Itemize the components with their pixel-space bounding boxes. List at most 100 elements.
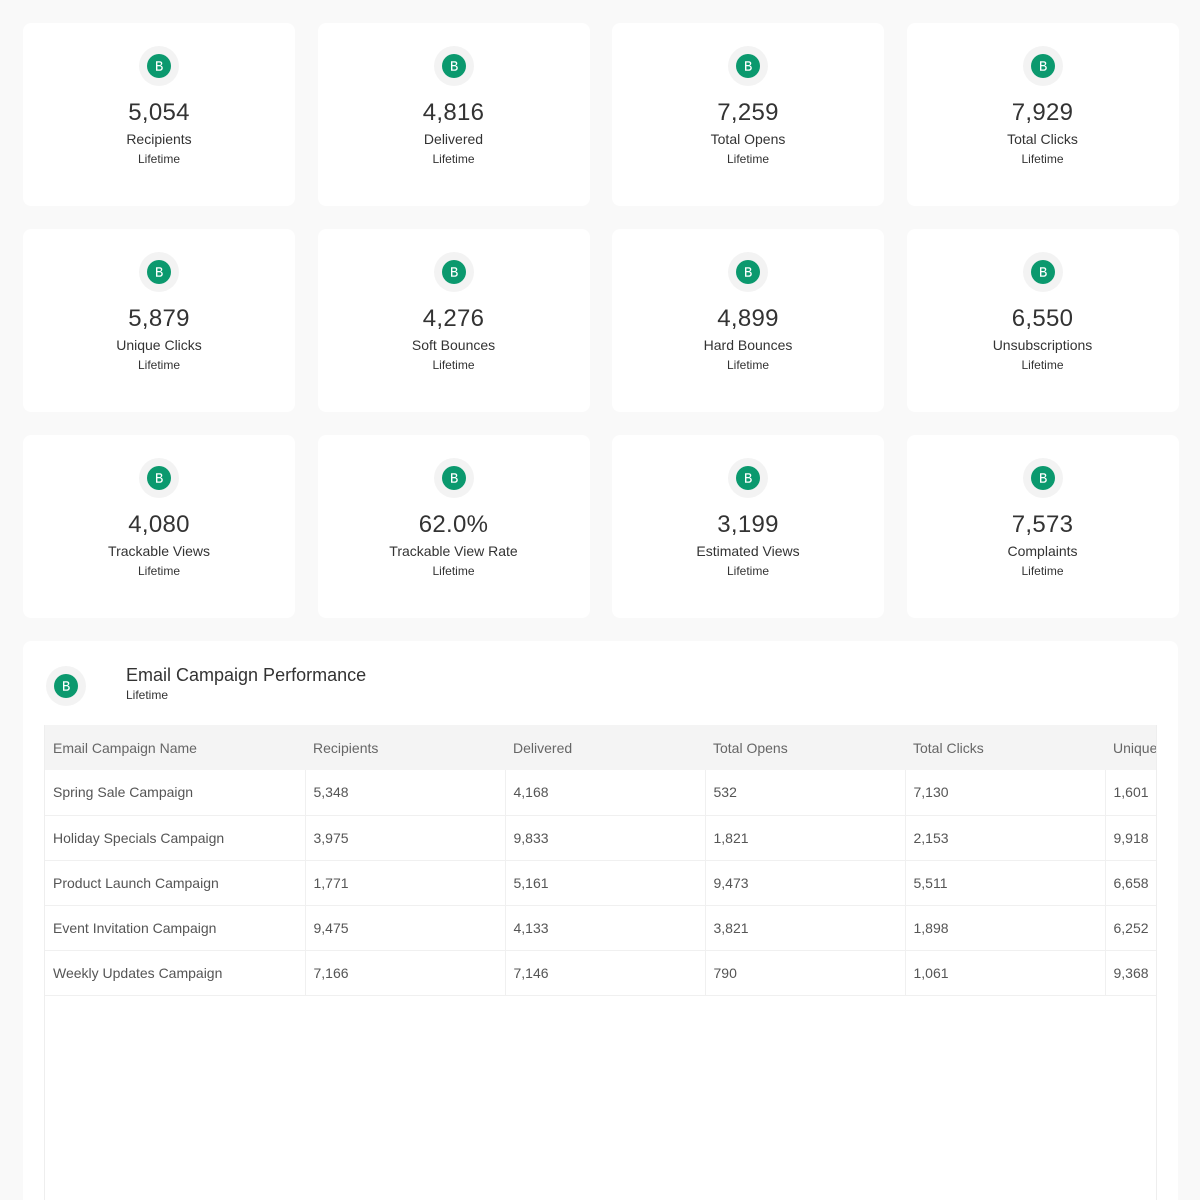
table-cell: 9,833 (505, 815, 706, 861)
table-header-row: Email Campaign Name Recipients Delivered To… (45, 725, 1156, 770)
stat-label: Hard Bounces (703, 337, 793, 353)
table-cell: 4,133 (505, 905, 706, 951)
campaign-name-cell: Product Launch Campaign (45, 860, 306, 906)
column-header[interactable]: Total Opens (705, 725, 905, 770)
b-logo-icon (1030, 466, 1055, 490)
brand-logo (728, 252, 768, 292)
dashboard: 5,054 Recipients Lifetime 4,816 Delivered Lif… (0, 0, 1200, 1200)
table-cell: 5,511 (905, 860, 1106, 906)
stat-label: Recipients (126, 131, 192, 147)
b-logo-icon (736, 466, 760, 490)
stat-period: Lifetime (137, 564, 181, 578)
table-cell: 1,601 (1105, 770, 1156, 816)
stat-period: Lifetime (432, 152, 475, 166)
b-logo-icon (736, 260, 760, 284)
b-logo-icon (441, 260, 466, 284)
b-logo-icon (1030, 260, 1055, 284)
table-cell: 790 (705, 950, 906, 996)
brand-logo (433, 46, 474, 86)
campaign-table-scroll[interactable]: Email Campaign Name Recipients Delivered To… (44, 725, 1157, 1200)
column-header[interactable]: Delivered (505, 725, 705, 770)
table-cell: 1,771 (305, 860, 506, 906)
column-header[interactable]: Unique Clicks (1105, 725, 1156, 770)
b-logo-icon (1030, 54, 1055, 78)
campaign-name-cell: Holiday Specials Campaign (45, 815, 306, 861)
table-cell: 2,153 (905, 815, 1106, 861)
b-logo-icon (147, 260, 171, 284)
table-cell: 3,975 (305, 815, 506, 861)
stat-label: Delivered (423, 131, 484, 147)
stat-label: Soft Bounces (411, 337, 496, 353)
stat-card: 7,259 Total Opens Lifetime (612, 23, 884, 206)
table-cell: 9,918 (1105, 815, 1156, 861)
stat-card: 4,276 Soft Bounces Lifetime (317, 229, 590, 412)
campaign-table: Email Campaign Name Recipients Delivered To… (45, 725, 1156, 996)
panel-period: Lifetime (126, 688, 169, 702)
table-cell: 5,348 (305, 770, 506, 816)
stat-value: 7,259 (717, 99, 779, 126)
stat-period: Lifetime (1021, 564, 1064, 578)
stat-card: 7,929 Total Clicks Lifetime (906, 23, 1179, 206)
stat-label: Total Opens (710, 131, 786, 147)
table-cell: 1,821 (705, 815, 906, 861)
stat-value: 4,816 (422, 99, 485, 126)
column-header[interactable]: Recipients (305, 725, 505, 770)
table-cell: 7,166 (305, 950, 506, 996)
column-header[interactable]: Email Campaign Name (45, 725, 305, 770)
table-row[interactable]: Weekly Updates Campaign 7,166 7,146 790 1,06… (45, 950, 1156, 996)
stat-card: 5,054 Recipients Lifetime (23, 23, 295, 206)
stat-card: 4,816 Delivered Lifetime (317, 23, 590, 206)
campaign-name-cell: Weekly Updates Campaign (45, 950, 306, 996)
table-cell: 532 (705, 770, 906, 816)
table-cell: 9,475 (305, 905, 506, 951)
brand-logo (728, 46, 768, 86)
stat-card: 3,199 Estimated Views Lifetime (612, 435, 884, 618)
stat-card: 62.0% Trackable View Rate Lifetime (317, 435, 590, 618)
stat-period: Lifetime (137, 358, 181, 372)
table-row[interactable]: Spring Sale Campaign 5,348 4,168 532 7,130 1,… (45, 770, 1156, 816)
b-logo-icon (736, 54, 760, 78)
panel-title: Email Campaign Performance (126, 665, 367, 685)
stat-value: 3,199 (717, 511, 779, 538)
stat-period: Lifetime (432, 358, 475, 372)
campaign-panel: Email Campaign Performance Lifetime Emai… (23, 641, 1178, 1200)
stat-value: 5,054 (128, 99, 190, 126)
stat-value: 4,899 (717, 305, 779, 332)
b-logo-icon (441, 54, 466, 78)
table-cell: 6,252 (1105, 905, 1156, 951)
b-logo-icon (147, 466, 171, 490)
stat-card: 5,879 Unique Clicks Lifetime (23, 229, 295, 412)
brand-logo (1022, 458, 1063, 498)
column-header[interactable]: Total Clicks (905, 725, 1105, 770)
stat-period: Lifetime (726, 564, 770, 578)
stat-grid: 5,054 Recipients Lifetime 4,816 Delivered Lif… (23, 23, 1179, 618)
stat-value: 62.0% (418, 511, 489, 538)
table-cell: 3,821 (705, 905, 906, 951)
brand-logo (1022, 252, 1063, 292)
campaign-name-cell: Spring Sale Campaign (45, 770, 306, 816)
stat-label: Unique Clicks (116, 337, 202, 353)
stat-period: Lifetime (1021, 358, 1064, 372)
brand-logo (433, 458, 474, 498)
b-logo-icon (441, 466, 466, 490)
stat-label: Trackable View Rate (389, 543, 518, 559)
brand-logo (46, 666, 86, 706)
stat-period: Lifetime (1021, 152, 1064, 166)
stat-card: 7,573 Complaints Lifetime (906, 435, 1179, 618)
stat-label: Trackable Views (108, 543, 210, 559)
panel-header: Email Campaign Performance Lifetime (46, 664, 366, 706)
brand-logo (139, 46, 179, 86)
table-cell: 9,473 (705, 860, 906, 906)
b-logo-icon (147, 54, 171, 78)
stat-label: Unsubscriptions (992, 337, 1093, 353)
stat-label: Complaints (1007, 543, 1078, 559)
stat-value: 7,573 (1011, 511, 1074, 538)
stat-card: 6,550 Unsubscriptions Lifetime (906, 229, 1179, 412)
table-row[interactable]: Event Invitation Campaign 9,475 4,133 3,821… (45, 905, 1156, 951)
brand-logo (139, 458, 179, 498)
table-row[interactable]: Product Launch Campaign 1,771 5,161 9,473 5,… (45, 860, 1156, 906)
b-logo-icon (54, 674, 78, 698)
table-row[interactable]: Holiday Specials Campaign 3,975 9,833 1,821… (45, 815, 1156, 861)
stat-label: Total Clicks (1007, 131, 1078, 147)
brand-logo (728, 458, 768, 498)
